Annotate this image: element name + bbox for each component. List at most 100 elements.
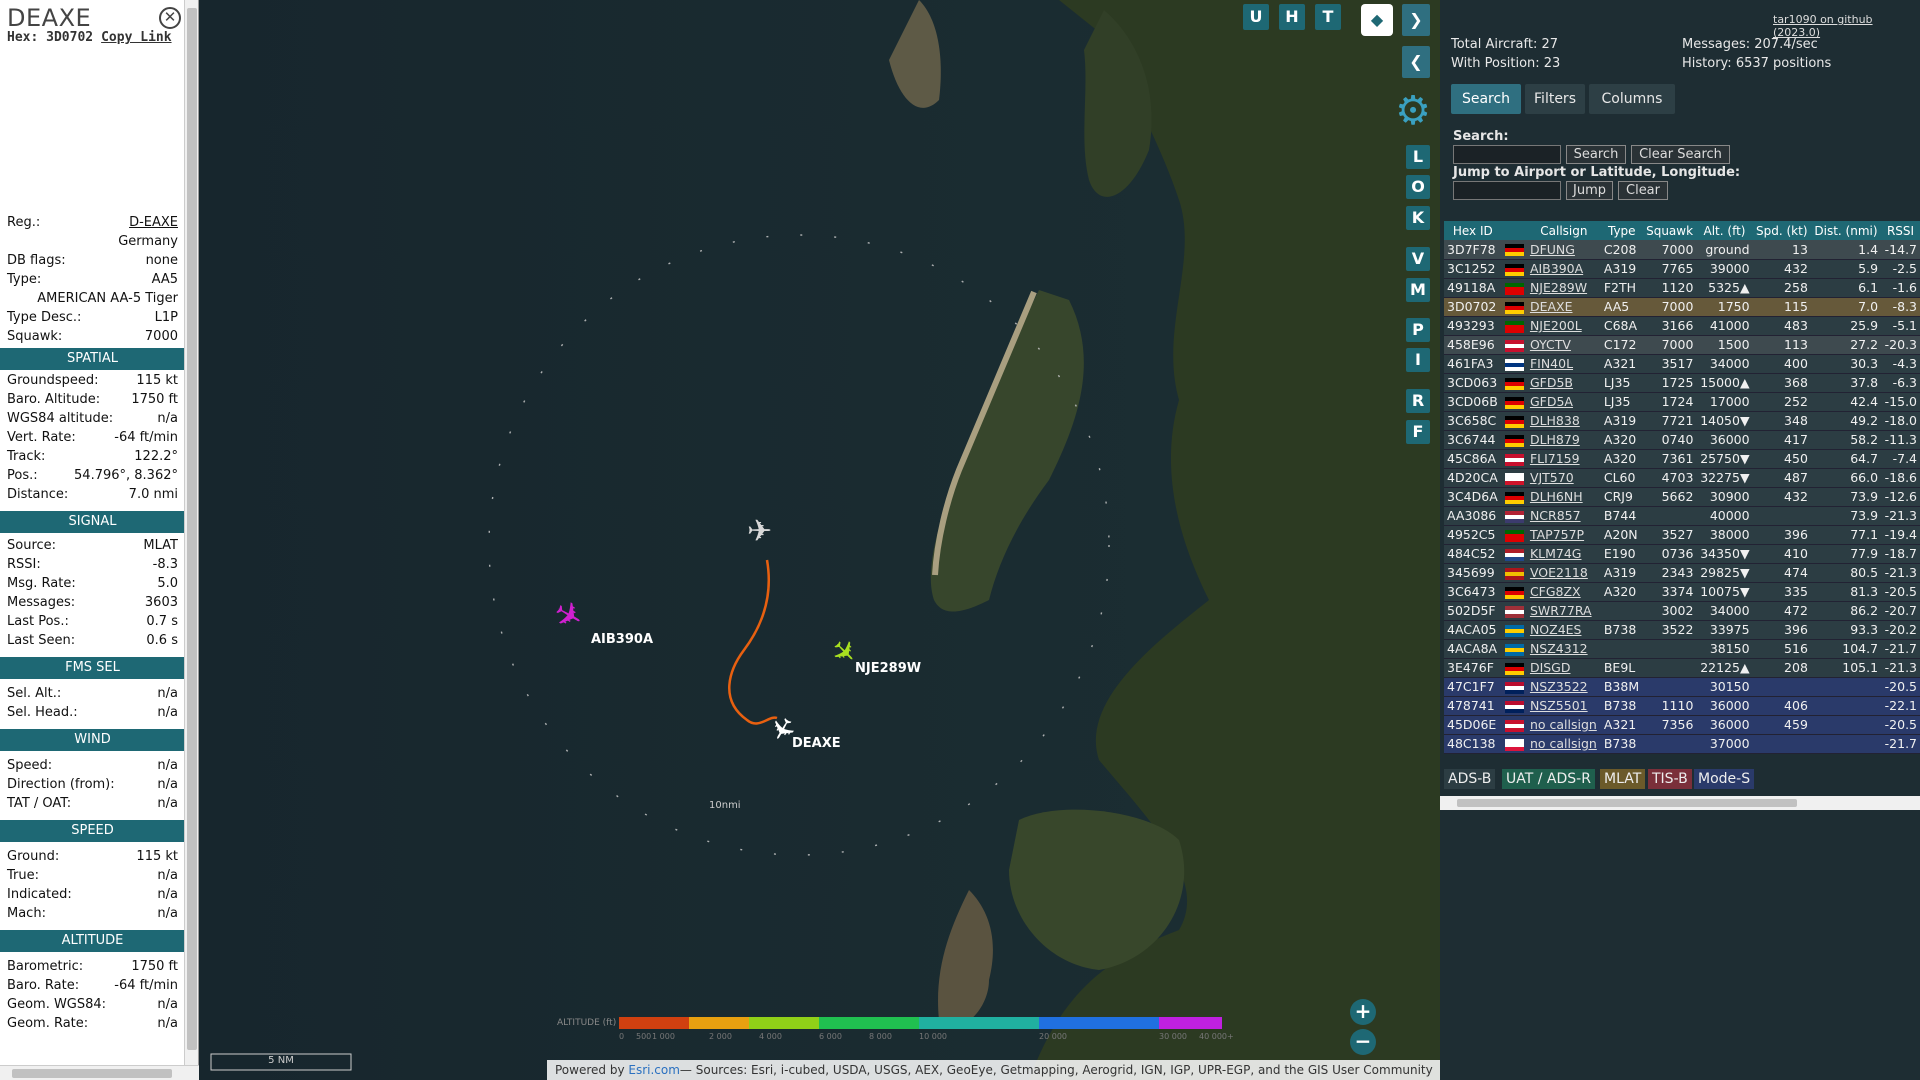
close-icon[interactable]: ✕ <box>159 7 181 29</box>
callsign-link[interactable]: DISGD <box>1530 660 1571 675</box>
scrollbar-thumb[interactable] <box>187 8 197 1050</box>
table-row[interactable]: 48C138 no callsign B738 37000 -21.7 <box>1444 734 1920 754</box>
tab-filters[interactable]: Filters <box>1525 84 1585 114</box>
map-button-o[interactable]: O <box>1406 175 1430 199</box>
table-row[interactable]: 3C4D6A DLH6NH CRJ9 5662 30900 432 73.9 -12.6 <box>1444 487 1920 507</box>
table-row[interactable]: 3C1252 AIB390A A319 7765 39000 432 5.9 -2.5 <box>1444 259 1920 279</box>
table-row[interactable]: 45C86A FLI7159 A320 7361 25750▼ 450 64.7 -7.4 <box>1444 449 1920 469</box>
chevron-right-icon[interactable]: ❯ <box>1402 4 1430 36</box>
column-header[interactable] <box>1501 221 1527 240</box>
table-horizontal-scrollbar[interactable] <box>1440 796 1920 810</box>
column-header[interactable]: Alt. (ft) <box>1696 221 1753 240</box>
table-row[interactable]: 3C658C DLH838 A319 7721 14050▼ 348 49.2 -18.0 <box>1444 411 1920 431</box>
sidebar-horizontal-scrollbar[interactable] <box>0 1065 199 1080</box>
table-row[interactable]: 47C1F7 NSZ3522 B38M 30150 -20.5 <box>1444 677 1920 697</box>
callsign-link[interactable]: DLH6NH <box>1530 489 1583 504</box>
column-header[interactable]: RSSI <box>1881 221 1920 240</box>
jump-button[interactable]: Jump <box>1566 181 1613 200</box>
map-button-v[interactable]: V <box>1406 247 1430 271</box>
table-row[interactable]: 3E476F DISGD BE9L 22125▲ 208 105.1 -21.3 <box>1444 658 1920 678</box>
callsign-link[interactable]: NSZ5501 <box>1530 698 1588 713</box>
table-row[interactable]: 461FA3 FIN40L A321 3517 34000 400 30.3 -4.3 <box>1444 354 1920 374</box>
github-link[interactable]: tar1090 on github (2023.0) <box>1773 13 1920 39</box>
table-row[interactable]: 4D20CA VJT570 CL60 4703 32275▼ 487 66.0 -18.6 <box>1444 468 1920 488</box>
button-u[interactable]: U <box>1243 4 1269 30</box>
table-row[interactable]: 3CD06B GFD5A LJ35 1724 17000 252 42.4 -15.0 <box>1444 392 1920 412</box>
callsign-link[interactable]: VOE2118 <box>1530 565 1588 580</box>
map-button-p[interactable]: P <box>1406 318 1430 342</box>
table-row[interactable]: 4952C5 TAP757P A20N 3527 38000 396 77.1 -19.4 <box>1444 525 1920 545</box>
search-button[interactable]: Search <box>1566 145 1626 164</box>
map-button-f[interactable]: F <box>1406 420 1430 444</box>
tab-columns[interactable]: Columns <box>1589 84 1675 114</box>
table-row[interactable]: 345699 VOE2118 A319 2343 29825▼ 474 80.5 -21.3 <box>1444 563 1920 583</box>
callsign-link[interactable]: DFUNG <box>1530 242 1575 257</box>
callsign-link[interactable]: TAP757P <box>1530 527 1584 542</box>
column-header[interactable]: Hex ID <box>1444 221 1502 240</box>
esri-link[interactable]: Esri.com <box>628 1063 680 1077</box>
button-h[interactable]: H <box>1279 4 1305 30</box>
callsign-link[interactable]: OYCTV <box>1530 337 1571 352</box>
table-row[interactable]: 3C6744 DLH879 A320 0740 36000 417 58.2 -11.3 <box>1444 430 1920 450</box>
copy-link[interactable]: Copy Link <box>101 30 171 45</box>
table-row[interactable]: 49118A NJE289W F2TH 1120 5325▲ 258 6.1 -1.6 <box>1444 278 1920 298</box>
table-row[interactable]: 502D5F SWR77RA 3002 34000 472 86.2 -20.7 <box>1444 601 1920 621</box>
column-header[interactable]: Spd. (kt) <box>1752 221 1811 240</box>
map-button-i[interactable]: I <box>1406 348 1430 372</box>
button-t[interactable]: T <box>1315 4 1341 30</box>
scrollbar-thumb[interactable] <box>1457 799 1797 807</box>
table-row[interactable]: AA3086 NCR857 B744 40000 73.9 -21.3 <box>1444 506 1920 526</box>
zoom-out-button[interactable]: − <box>1350 1029 1376 1055</box>
column-header[interactable]: Type <box>1600 221 1643 240</box>
table-row[interactable]: 478741 NSZ5501 B738 1110 36000 406 -22.1 <box>1444 696 1920 716</box>
callsign-link[interactable]: GFD5B <box>1530 375 1573 390</box>
jump-input[interactable] <box>1453 181 1561 200</box>
map-button-l[interactable]: L <box>1406 145 1430 169</box>
callsign-link[interactable]: NSZ3522 <box>1530 679 1588 694</box>
map-button-k[interactable]: K <box>1406 206 1430 230</box>
callsign-link[interactable]: NJE200L <box>1530 318 1582 333</box>
info-value[interactable]: D-EAXE <box>129 215 178 231</box>
callsign-link[interactable]: FIN40L <box>1530 356 1573 371</box>
callsign-link[interactable]: CFG8ZX <box>1530 584 1581 599</box>
column-header[interactable]: Dist. (nmi) <box>1810 221 1882 240</box>
search-input[interactable] <box>1453 145 1561 164</box>
table-row[interactable]: 458E96 OYCTV C172 7000 1500 113 27.2 -20.3 <box>1444 335 1920 355</box>
callsign-link[interactable]: no callsign <box>1530 736 1597 751</box>
callsign-link[interactable]: GFD5A <box>1530 394 1573 409</box>
map-canvas[interactable] <box>199 0 1440 1080</box>
table-row[interactable]: 3D0702 DEAXE AA5 7000 1750 115 7.0 -8.3 <box>1444 297 1920 317</box>
callsign-link[interactable]: AIB390A <box>1530 261 1583 276</box>
aircraft-icon[interactable]: ✈ <box>747 514 772 549</box>
table-row[interactable]: 3CD063 GFD5B LJ35 1725 15000▲ 368 37.8 -6.3 <box>1444 373 1920 393</box>
table-row[interactable]: 3D7F78 DFUNG C208 7000 ground 13 1.4 -14.7 <box>1444 240 1920 260</box>
callsign-link[interactable]: DLH838 <box>1530 413 1580 428</box>
column-header[interactable]: Callsign <box>1526 221 1601 240</box>
column-header[interactable]: Squawk <box>1642 221 1697 240</box>
callsign-link[interactable]: DEAXE <box>1530 299 1573 314</box>
table-row[interactable]: 484C52 KLM74G E190 0736 34350▼ 410 77.9 -18.7 <box>1444 544 1920 564</box>
callsign-link[interactable]: NJE289W <box>1530 280 1587 295</box>
callsign-link[interactable]: no callsign <box>1530 717 1597 732</box>
scrollbar-thumb[interactable] <box>12 1069 172 1078</box>
callsign-link[interactable]: KLM74G <box>1530 546 1582 561</box>
table-row[interactable]: 4ACA05 NOZ4ES B738 3522 33975 396 93.3 -20.2 <box>1444 620 1920 640</box>
gear-icon[interactable]: ⚙ <box>1391 90 1435 134</box>
clear-button[interactable]: Clear <box>1618 181 1668 200</box>
callsign-link[interactable]: NCR857 <box>1530 508 1581 523</box>
callsign-link[interactable]: DLH879 <box>1530 432 1580 447</box>
callsign-link[interactable]: NOZ4ES <box>1530 622 1582 637</box>
map-button-m[interactable]: M <box>1406 278 1430 302</box>
zoom-in-button[interactable]: + <box>1350 999 1376 1025</box>
table-row[interactable]: 4ACA8A NSZ4312 38150 516 104.7 -21.7 <box>1444 639 1920 659</box>
tab-search[interactable]: Search <box>1451 84 1521 114</box>
callsign-link[interactable]: NSZ4312 <box>1530 641 1588 656</box>
map-button-r[interactable]: R <box>1406 389 1430 413</box>
sidebar-vertical-scrollbar[interactable] <box>184 0 198 1065</box>
callsign-link[interactable]: VJT570 <box>1530 470 1574 485</box>
table-row[interactable]: 493293 NJE200L C68A 3166 41000 483 25.9 -5.1 <box>1444 316 1920 336</box>
callsign-link[interactable]: FLI7159 <box>1530 451 1580 466</box>
table-row[interactable]: 45D06E no callsign A321 7356 36000 459 -20.5 <box>1444 715 1920 735</box>
clear-search-button[interactable]: Clear Search <box>1631 145 1730 164</box>
callsign-link[interactable]: SWR77RA <box>1530 603 1592 618</box>
